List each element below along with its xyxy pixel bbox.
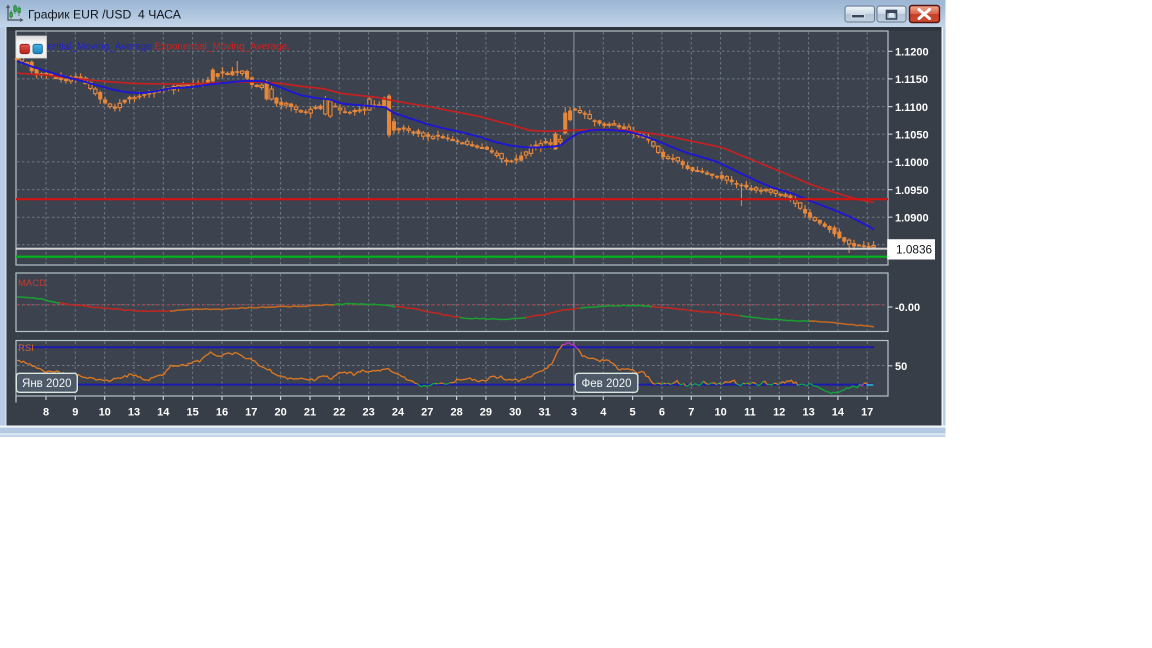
svg-text:29: 29 [480,407,492,419]
svg-text:1.0900: 1.0900 [895,212,929,224]
svg-text:График EUR /USD 4 ЧАСА: График EUR /USD 4 ЧАСА [28,8,182,22]
svg-text:13: 13 [128,407,140,419]
svg-text:21: 21 [304,407,316,419]
svg-text:20: 20 [274,407,286,419]
svg-text:27: 27 [421,407,433,419]
svg-text:Янв 2020: Янв 2020 [22,378,72,390]
svg-text:50: 50 [895,361,907,373]
svg-text:1.1050: 1.1050 [895,129,929,141]
svg-text:22: 22 [333,407,345,419]
svg-text:4: 4 [600,407,607,419]
svg-text:16: 16 [216,407,228,419]
svg-text:23: 23 [362,407,374,419]
svg-text:1.1100: 1.1100 [895,102,928,114]
svg-text:9: 9 [72,407,78,419]
svg-text:5: 5 [630,407,636,419]
svg-text:17: 17 [861,407,873,419]
svg-text:31: 31 [538,407,550,419]
svg-text:-0.00: -0.00 [895,302,920,314]
svg-text:7: 7 [688,407,694,419]
svg-text:RSI: RSI [18,343,34,354]
svg-text:13: 13 [802,407,814,419]
svg-text:10: 10 [714,407,726,419]
svg-text:ential_Moving_Average.Exponent: ential_Moving_Average.Exponential_Moving… [48,42,291,53]
svg-text:3: 3 [571,407,577,419]
svg-text:14: 14 [157,407,170,419]
svg-text:24: 24 [392,407,405,419]
svg-text:14: 14 [832,407,845,419]
svg-text:1.1000: 1.1000 [895,157,929,169]
svg-text:8: 8 [43,407,49,419]
svg-text:1.0950: 1.0950 [895,185,929,197]
svg-text:17: 17 [245,407,257,419]
svg-text:6: 6 [659,407,665,419]
svg-text:1.1200: 1.1200 [895,47,929,59]
svg-text:11: 11 [744,407,756,419]
svg-text:Фев 2020: Фев 2020 [582,378,632,390]
svg-text:1.0836: 1.0836 [896,243,933,257]
svg-text:30: 30 [509,407,521,419]
svg-text:MACD: MACD [18,278,46,289]
svg-text:28: 28 [450,407,462,419]
svg-text:15: 15 [186,407,198,419]
svg-text:1.1150: 1.1150 [895,74,928,86]
svg-text:12: 12 [773,407,785,419]
svg-text:10: 10 [99,407,111,419]
